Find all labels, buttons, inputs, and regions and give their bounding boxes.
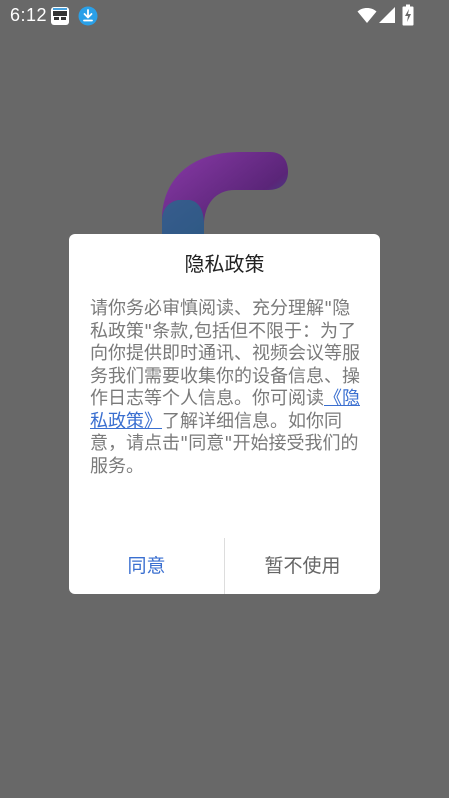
privacy-dialog: 隐私政策 请你务必审慎阅读、充分理解"隐私政策"条款,包括但不限于：为了向你提供… xyxy=(69,234,380,594)
status-bar: 6:12 xyxy=(0,0,449,32)
app-notification-icon xyxy=(50,6,70,26)
status-time: 6:12 xyxy=(10,5,48,25)
decline-button[interactable]: 暂不使用 xyxy=(225,538,380,594)
agree-button[interactable]: 同意 xyxy=(69,538,224,594)
screen: 6:12 隐私政策 请你务必审慎阅读、充分理解"隐私政策"条款,包括但不限于：为… xyxy=(0,0,449,798)
dialog-body: 请你务必审慎阅读、充分理解"隐私政策"条款,包括但不限于：为了向你提供即时通讯、… xyxy=(90,298,360,478)
dialog-title: 隐私政策 xyxy=(184,252,265,276)
cell-signal-icon xyxy=(378,6,396,24)
body-text-before-link: 请你务必审慎阅读、充分理解"隐私政策"条款,包括但不限于：为了向你提供即时通讯、… xyxy=(90,298,360,409)
battery-charging-icon xyxy=(402,4,414,26)
dialog-footer: 同意 暂不使用 xyxy=(69,538,380,594)
download-icon xyxy=(78,6,98,26)
wifi-icon xyxy=(357,6,377,24)
